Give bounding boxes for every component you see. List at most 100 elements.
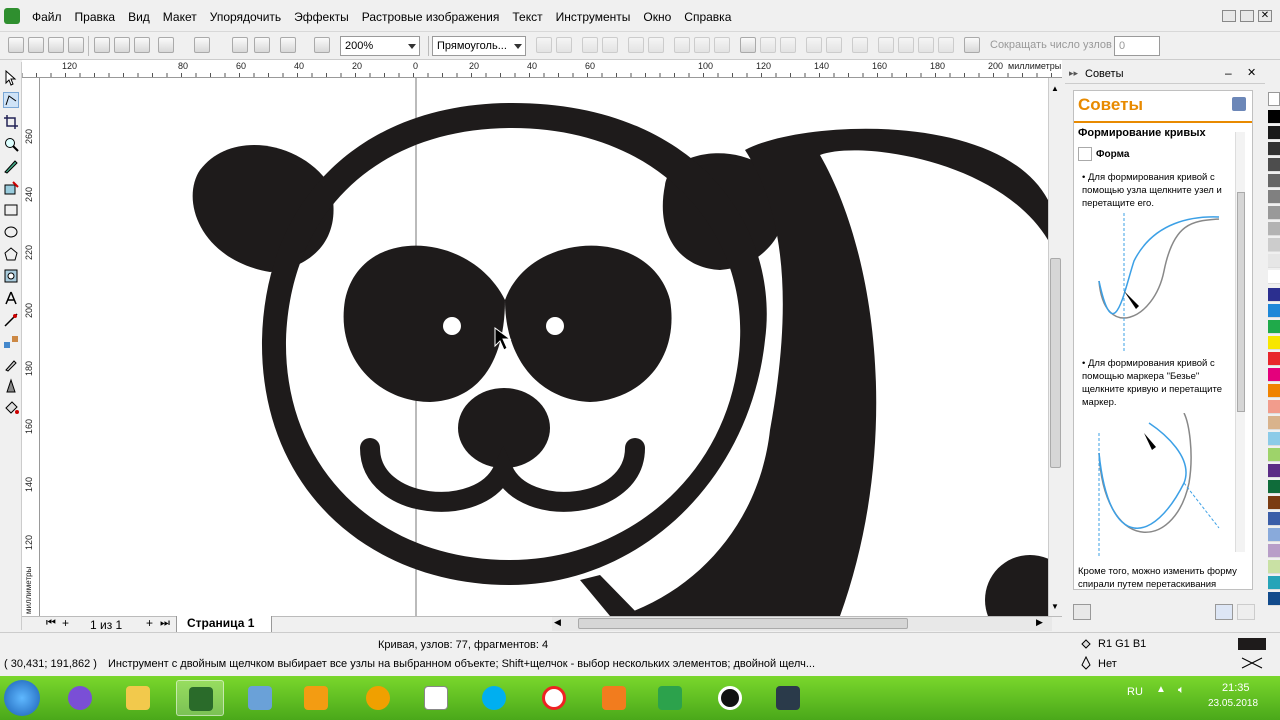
color-swatch[interactable] (1268, 400, 1280, 414)
color-swatch[interactable] (1268, 448, 1280, 462)
pick-tool-icon[interactable] (3, 69, 19, 86)
minimize-docker-icon[interactable]: – (1225, 66, 1232, 80)
menu-item[interactable]: Окно (641, 8, 682, 26)
extend-curve-icon[interactable] (760, 37, 776, 53)
select-all-nodes-icon[interactable] (898, 37, 914, 53)
mirror-h-icon[interactable] (918, 37, 934, 53)
color-swatch[interactable] (1268, 528, 1280, 542)
taskbar-editor-app[interactable] (764, 680, 812, 716)
delete-node-icon[interactable] (556, 37, 572, 53)
color-swatch[interactable] (1268, 544, 1280, 558)
first-page-icon[interactable]: ⏮ (46, 617, 56, 630)
docker-forward-icon[interactable] (1237, 604, 1255, 620)
reduce-nodes-icon[interactable] (964, 37, 980, 53)
taskbar-game-app[interactable] (590, 680, 638, 716)
fill-tool-icon[interactable] (3, 400, 19, 416)
save-icon[interactable] (48, 37, 64, 53)
no-outline-swatch[interactable] (1240, 656, 1264, 670)
to-line-icon[interactable] (628, 37, 644, 53)
color-swatch[interactable] (1268, 464, 1280, 478)
color-swatch[interactable] (1268, 352, 1280, 366)
drawing-canvas[interactable] (40, 78, 1048, 616)
left-eye-patch[interactable] (343, 245, 505, 402)
docker-scrollbar[interactable] (1235, 132, 1245, 552)
minimize-icon[interactable] (1222, 10, 1236, 22)
panda-curve[interactable] (192, 103, 1048, 616)
color-swatch[interactable] (1268, 238, 1280, 252)
taskbar-file-explorer[interactable] (114, 680, 162, 716)
taskbar-yandex-browser[interactable] (530, 680, 578, 716)
redo-icon[interactable] (194, 37, 210, 53)
menu-item[interactable]: Эффекты (292, 8, 360, 26)
menu-item[interactable]: Правка (73, 8, 127, 26)
freehand-tool-icon[interactable] (3, 158, 19, 174)
color-swatch[interactable] (1268, 576, 1280, 590)
menu-item[interactable]: Макет (161, 8, 208, 26)
ellipse-tool-icon[interactable] (3, 224, 19, 240)
color-swatch[interactable] (1268, 126, 1280, 140)
taskbar-record-app[interactable] (706, 680, 754, 716)
color-swatch[interactable] (1268, 270, 1280, 284)
open-icon[interactable] (28, 37, 44, 53)
clock-date[interactable]: 23.05.2018 (1208, 698, 1258, 709)
color-swatch[interactable] (1268, 480, 1280, 494)
taskbar-calculator[interactable] (412, 680, 460, 716)
color-swatch[interactable] (1268, 336, 1280, 350)
clock-time[interactable]: 21:35 (1222, 682, 1250, 694)
collapse-icon[interactable]: ▸▸ (1069, 68, 1078, 79)
color-swatch[interactable] (1268, 222, 1280, 236)
color-swatch[interactable] (1268, 496, 1280, 510)
taskbar-presentation-app[interactable] (236, 680, 284, 716)
last-page-icon[interactable]: ⏭ (160, 617, 170, 630)
copy-icon[interactable] (114, 37, 130, 53)
paste-icon[interactable] (134, 37, 150, 53)
welcome-icon[interactable] (314, 37, 330, 53)
vertical-scroll-thumb[interactable] (1050, 258, 1061, 468)
launch-icon[interactable] (280, 37, 296, 53)
rotate-nodes-icon[interactable] (826, 37, 842, 53)
outline-pen-tool-icon[interactable] (3, 378, 19, 394)
language-indicator[interactable]: RU (1127, 686, 1143, 698)
color-swatch[interactable] (1268, 416, 1280, 430)
break-curve-icon[interactable] (602, 37, 618, 53)
cusp-node-icon[interactable] (674, 37, 690, 53)
zoom-tool-icon[interactable] (3, 136, 19, 152)
reverse-direction-icon[interactable] (740, 37, 756, 53)
color-swatch[interactable] (1268, 304, 1280, 318)
tray-arrow-icon[interactable]: ▲ (1156, 684, 1166, 695)
close-icon[interactable]: ✕ (1258, 10, 1272, 22)
smooth-node-icon[interactable] (694, 37, 710, 53)
polygon-tool-icon[interactable] (3, 246, 19, 262)
undo-icon[interactable] (158, 37, 174, 53)
align-nodes-icon[interactable] (852, 37, 868, 53)
to-curve-icon[interactable] (648, 37, 664, 53)
tips-options-icon[interactable] (1232, 97, 1246, 111)
horizontal-ruler[interactable]: 120 80 60 40 20 0 20 40 60 100 120 140 1… (22, 60, 1062, 78)
color-swatch[interactable] (1268, 560, 1280, 574)
taskbar-green-app[interactable] (646, 680, 694, 716)
start-orb-icon[interactable] (4, 680, 40, 716)
close-docker-icon[interactable]: ✕ (1247, 66, 1256, 79)
coreldraw-app-icon[interactable] (4, 8, 20, 24)
scroll-up-icon[interactable]: ▲ (1051, 84, 1059, 93)
restore-icon[interactable] (1240, 10, 1254, 22)
color-swatch[interactable] (1268, 432, 1280, 446)
color-swatch[interactable] (1268, 110, 1280, 124)
zoom-combo[interactable]: 200% (340, 36, 420, 56)
eyedropper-tool-icon[interactable] (3, 356, 19, 372)
color-swatch[interactable] (1268, 206, 1280, 220)
shape-combo[interactable]: Прямоуголь... (432, 36, 526, 56)
new-doc-icon[interactable] (8, 37, 24, 53)
color-swatch[interactable] (1268, 288, 1280, 302)
color-swatch[interactable] (1268, 592, 1280, 606)
right-eye-patch[interactable] (505, 245, 672, 402)
join-nodes-icon[interactable] (582, 37, 598, 53)
vertical-ruler[interactable]: 260 240 220 200 180 160 140 120 миллимет… (22, 78, 40, 616)
taskbar-coreldraw[interactable] (176, 680, 224, 716)
color-swatch[interactable] (1268, 320, 1280, 334)
mirror-v-icon[interactable] (938, 37, 954, 53)
mouth[interactable] (360, 438, 645, 512)
cut-icon[interactable] (94, 37, 110, 53)
symmetric-node-icon[interactable] (714, 37, 730, 53)
color-swatch[interactable] (1268, 190, 1280, 204)
